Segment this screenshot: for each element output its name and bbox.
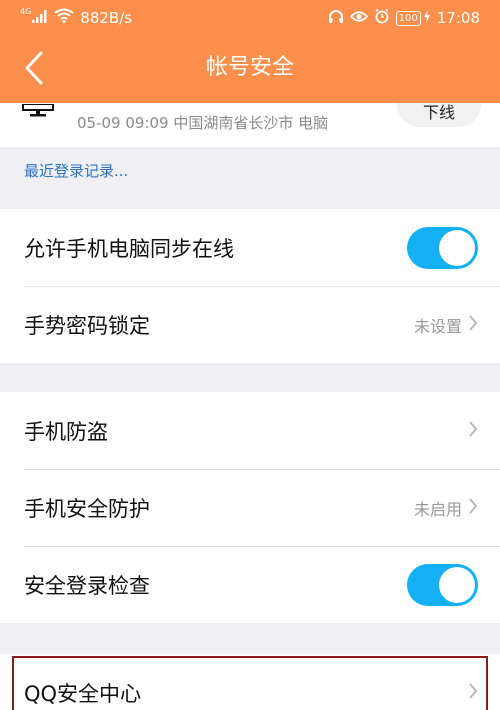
header: 4G 882B/s 100 17:08 帐号安全 (0, 0, 500, 103)
gesture-lock-row[interactable]: 手势密码锁定 未设置 (0, 286, 500, 363)
security-protect-right: 未启用 (414, 469, 478, 546)
chevron-right-icon (468, 420, 478, 441)
gesture-lock-right: 未设置 (414, 286, 478, 363)
security-center-right (468, 654, 478, 710)
gesture-lock-status: 未设置 (413, 316, 462, 336)
chevron-right-icon (468, 314, 478, 335)
toggle-knob (439, 229, 475, 266)
page-title: 帐号安全 (205, 55, 294, 80)
anti-theft-right (468, 392, 478, 469)
net-speed: 882B/s (80, 8, 133, 27)
clock-time: 17:08 (436, 9, 480, 27)
sync-online-toggle[interactable] (407, 226, 478, 269)
settings-group-center: QQ安全中心 (0, 654, 500, 710)
chevron-right-icon (468, 497, 478, 518)
eye-icon (349, 9, 368, 27)
login-check-row[interactable]: 安全登录检查 (0, 546, 500, 623)
signal-icon (32, 9, 48, 27)
recent-login-link[interactable]: 最近登录记录... (24, 159, 128, 183)
toggle-knob (439, 566, 475, 603)
login-device-card: 05-09 09:09 中国湖南省长沙市 电脑 下线 (0, 103, 500, 147)
wifi-icon (54, 8, 74, 27)
sync-online-row[interactable]: 允许手机电脑同步在线 (0, 209, 500, 286)
status-left: 4G 882B/s (20, 7, 133, 27)
gesture-lock-label: 手势密码锁定 (24, 313, 150, 338)
login-check-right (407, 546, 478, 623)
anti-theft-row[interactable]: 手机防盗 (0, 392, 500, 469)
security-center-label: QQ安全中心 (24, 681, 142, 706)
settings-group-phone: 手机防盗 手机安全防护 未启用 安全登录检查 (0, 392, 500, 623)
charging-icon (423, 9, 431, 27)
offline-button[interactable]: 下线 (397, 103, 481, 127)
sync-online-label: 允许手机电脑同步在线 (24, 236, 234, 261)
device-login-info: 05-09 09:09 中国湖南省长沙市 电脑 (77, 114, 329, 132)
anti-theft-label: 手机防盗 (24, 419, 108, 444)
chevron-right-icon (468, 682, 478, 703)
status-right: 100 17:08 (328, 8, 480, 28)
signal-label: 4G (20, 7, 32, 16)
status-bar: 4G 882B/s 100 17:08 (0, 0, 500, 34)
computer-icon (22, 103, 56, 122)
settings-group-sync: 允许手机电脑同步在线 手势密码锁定 未设置 (0, 209, 500, 363)
login-check-label: 安全登录检查 (24, 573, 150, 598)
security-protect-label: 手机安全防护 (24, 496, 150, 521)
sync-online-right (407, 209, 478, 286)
battery-icon: 100 (395, 10, 421, 26)
security-protect-row[interactable]: 手机安全防护 未启用 (0, 469, 500, 546)
security-protect-status: 未启用 (413, 499, 462, 519)
security-center-row[interactable]: QQ安全中心 (0, 654, 500, 710)
alarm-icon (374, 8, 390, 28)
headphone-icon (328, 9, 344, 28)
login-check-toggle[interactable] (407, 563, 478, 606)
